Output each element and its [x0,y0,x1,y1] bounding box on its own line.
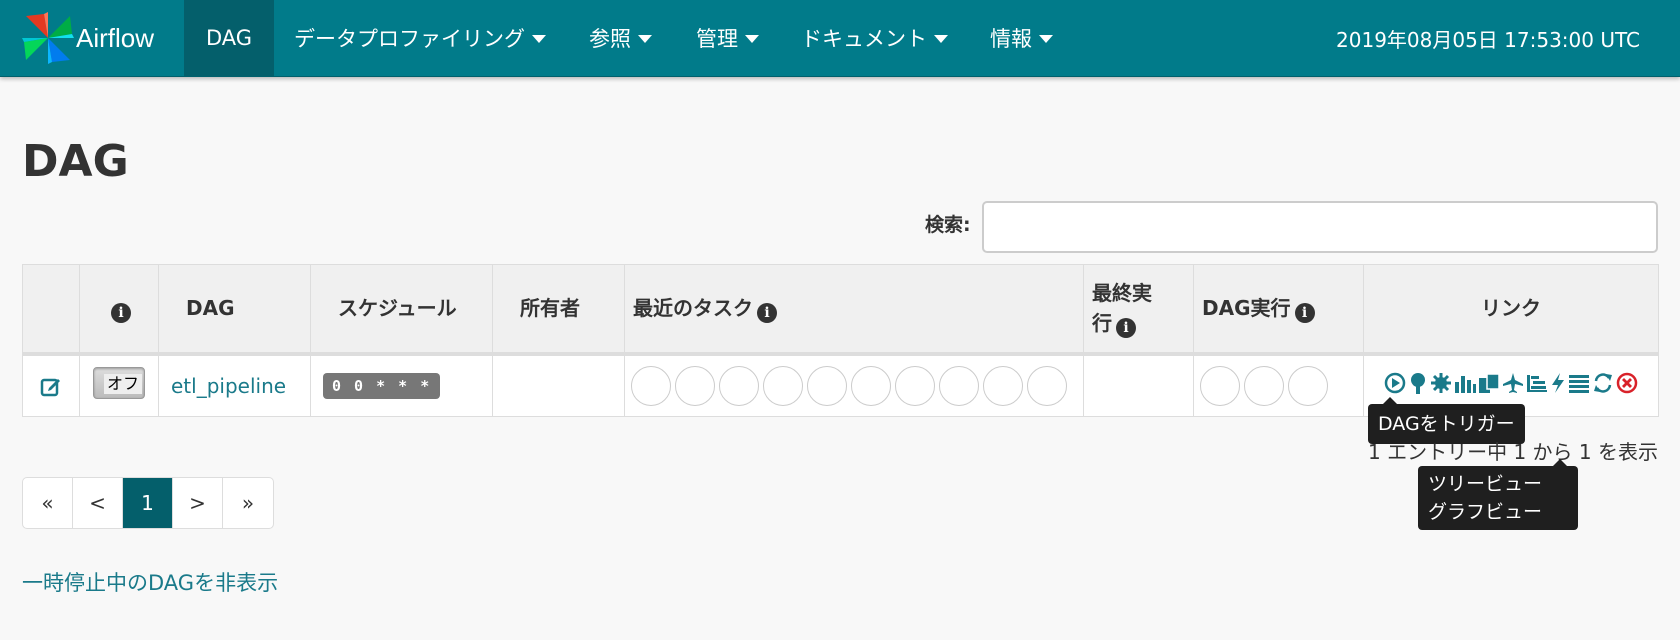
nav-browse[interactable]: 参照 [589,0,652,76]
nav-docs[interactable]: ドキュメント [801,0,948,76]
th-dag[interactable]: DAG [158,264,311,356]
hide-paused-dags-link[interactable]: 一時停止中のDAGを非表示 [22,568,278,598]
task-state-circle[interactable] [1027,365,1067,406]
caret-down-icon [745,35,759,43]
search-input[interactable] [982,201,1658,253]
task-state-circle[interactable] [851,365,891,406]
dag-id-cell: etl_pipeline [158,353,311,417]
table-header-row: i DAG スケジュール 所有者 最近のタスク i 最終実行 i DAG実行 i リン… [22,264,1659,356]
th-links: リンク [1363,264,1659,356]
page-prev-button[interactable]: < [73,478,123,528]
th-info: i [79,264,159,356]
tree-icon[interactable] [1408,372,1428,400]
search-label: 検索: [925,214,971,236]
tooltip-arrow [1553,459,1567,466]
pagination: « < 1 > » [22,477,274,529]
graph-icon[interactable] [1430,372,1452,400]
th-dag-runs: DAG実行 i [1193,264,1364,356]
dag-run-state-circle[interactable] [1288,365,1328,406]
info-icon[interactable]: i [757,303,777,324]
tooltip-tree-view: ツリービュー [1428,473,1543,495]
th-recent-tasks-label: 最近のタスク [633,296,753,321]
info-icon: i [111,303,131,324]
last-run-cell [1083,353,1194,417]
logs-icon[interactable] [1568,372,1590,400]
dag-run-state-circle[interactable] [1244,365,1284,406]
page-first-button[interactable]: « [23,478,73,528]
trigger-icon[interactable] [1384,372,1406,400]
task-state-circle[interactable] [763,365,803,406]
nav-admin[interactable]: 管理 [696,0,759,76]
task-state-circle[interactable] [631,365,671,406]
caret-down-icon [638,35,652,43]
task-state-circle[interactable] [675,365,715,406]
brand[interactable]: Airflow [22,12,154,64]
edit-cell [22,353,80,417]
th-last-run-line1: 最終実 [1092,281,1152,306]
tries-icon[interactable] [1478,372,1500,400]
recent-tasks-cell [624,353,1084,417]
th-recent-tasks: 最近のタスク i [624,264,1084,356]
task-state-circle[interactable] [719,365,759,406]
th-dag-runs-label: DAG実行 [1202,296,1291,321]
page-title: DAG [22,136,129,187]
pause-toggle[interactable]: オフ [93,367,145,400]
tooltip-views: ツリービュー グラフビュー [1418,466,1578,530]
toggle-label: オフ [104,374,143,395]
dag-run-circles [1200,365,1357,406]
utc-clock: 2019年08月05日 17:53:00 UTC [1336,27,1640,52]
page-current-button[interactable]: 1 [123,478,173,528]
link-icons [1364,372,1658,400]
duration-icon[interactable] [1454,372,1476,400]
caret-down-icon [532,35,546,43]
nav-dag-label: DAG [205,26,253,50]
task-state-circle[interactable] [895,365,935,406]
landing-times-icon[interactable] [1502,372,1524,400]
info-icon[interactable]: i [1294,303,1315,324]
refresh-icon[interactable] [1592,372,1614,400]
airflow-pinwheel-icon [22,12,74,64]
nav-data-profiling-label: データプロファイリング [294,27,525,51]
caret-down-icon [934,35,948,43]
nav-about-label: 情報 [990,27,1032,51]
toggle-cell: オフ [79,353,159,417]
table-info: 1 エントリー中 1 から 1 を表示 [1368,440,1658,464]
nav-about[interactable]: 情報 [990,0,1053,76]
delete-icon[interactable] [1616,372,1638,400]
th-schedule[interactable]: スケジュール [310,264,493,356]
dag-run-state-circle[interactable] [1200,365,1240,406]
dag-runs-cell [1193,353,1364,417]
nav-admin-label: 管理 [696,27,738,51]
brand-name: Airflow [76,22,155,53]
gantt-icon[interactable] [1526,372,1548,400]
info-icon[interactable]: i [1116,318,1136,339]
page-last-button[interactable]: » [223,478,273,528]
task-state-circle[interactable] [983,365,1023,406]
task-state-circle[interactable] [807,365,847,406]
nav-data-profiling[interactable]: データプロファイリング [294,0,546,76]
tooltip-graph-view: グラフビュー [1428,501,1543,523]
top-navbar: Airflow DAG データプロファイリング 参照 管理 ドキュメント 情報 … [0,0,1680,77]
nav-browse-label: 参照 [589,27,631,51]
nav-dag[interactable]: DAG [184,0,274,76]
th-last-run: 最終実行 i [1083,264,1194,356]
schedule-cell: 0 0 * * * [310,353,493,417]
th-edit [22,264,80,356]
tooltip-arrow [1383,397,1397,404]
nav-docs-label: ドキュメント [801,27,927,51]
schedule-badge: 0 0 * * * [323,373,441,400]
edit-icon[interactable] [40,375,62,397]
th-last-run-line2: 行 [1092,311,1112,336]
owner-cell [492,353,625,417]
page-next-button[interactable]: > [173,478,223,528]
th-owner[interactable]: 所有者 [492,264,625,356]
recent-task-circles [631,365,1077,406]
dag-table: i DAG スケジュール 所有者 最近のタスク i 最終実行 i DAG実行 i リン… [22,264,1659,417]
code-icon[interactable] [1550,372,1566,400]
task-state-circle[interactable] [939,365,979,406]
caret-down-icon [1039,35,1053,43]
dag-link[interactable]: etl_pipeline [171,374,286,398]
